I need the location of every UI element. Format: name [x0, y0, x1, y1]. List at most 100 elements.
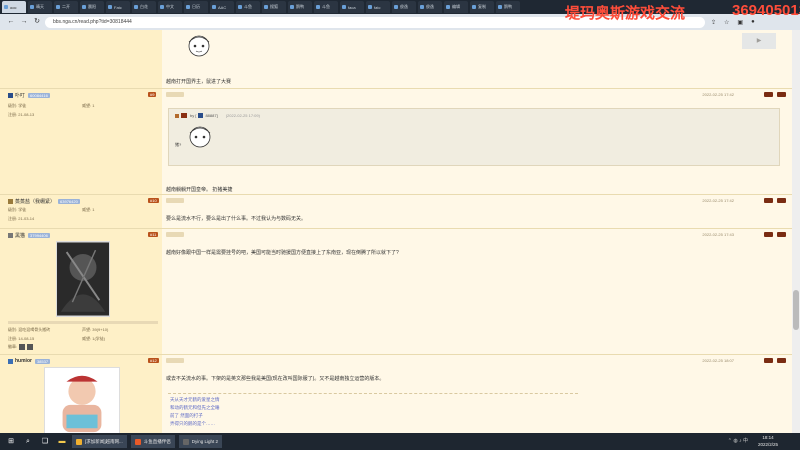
forum-thread: 越南打开国界主，鼠进了大赛 卟叮 60084416 #9 级别: 学徒 威望: 1…	[0, 30, 792, 433]
browser-tab[interactable]: faca	[340, 1, 364, 13]
browser-tab[interactable]: 搜狐	[262, 1, 286, 13]
post-toolbar[interactable]	[166, 198, 184, 203]
task-view-icon[interactable]: ❑	[39, 436, 51, 448]
floor-number[interactable]: #11	[148, 232, 159, 237]
browser-tab[interactable]: AAC	[210, 1, 234, 13]
post-toolbar[interactable]	[166, 358, 184, 363]
stream-overlay-number: 3694050139	[732, 2, 800, 19]
floor-number[interactable]: #10	[148, 198, 159, 203]
browser-tab[interactable]: 编辑	[444, 1, 468, 13]
windows-start-icon[interactable]: ⊞	[5, 436, 17, 448]
post-author[interactable]: 卟叮 60084416	[8, 92, 50, 99]
browser-tab[interactable]: 鹅鸭	[288, 1, 312, 13]
taskbar-app-douyu[interactable]: 斗鱼直播伴侣	[130, 435, 175, 448]
floor-number[interactable]: #12	[148, 358, 159, 363]
browser-tab[interactable]: 俊逸	[418, 1, 442, 13]
forward-icon[interactable]: →	[19, 17, 29, 27]
avatar	[8, 93, 13, 98]
post-action-buttons[interactable]	[760, 232, 786, 237]
system-tray[interactable]: ⌃ ◍ ♪ 中	[728, 437, 748, 444]
post-author[interactable]: humior 38537	[8, 358, 51, 364]
tab-favicon-icon	[394, 5, 398, 9]
tab-favicon-icon	[316, 5, 320, 9]
reply-button[interactable]	[764, 92, 773, 97]
user-badges: 徽章:	[8, 344, 34, 350]
post-text: 越南打开国界主，鼠进了大赛	[166, 79, 232, 85]
quote-avatar	[198, 113, 204, 118]
profile-icon[interactable]: ●	[751, 19, 755, 26]
reply-button[interactable]	[764, 232, 773, 237]
tab-favicon-icon	[420, 5, 424, 9]
tab-label: fatc	[374, 4, 381, 10]
browser-tab[interactable]: 中文	[158, 1, 182, 13]
sticker-image	[188, 35, 210, 57]
share-icon[interactable]: ⇪	[711, 19, 716, 26]
search-icon[interactable]: ⌕	[22, 436, 34, 448]
reply-icon	[181, 113, 187, 118]
post-time: 2022-02-25 18:07	[702, 358, 734, 363]
browser-tab[interactable]: 晴天	[28, 1, 52, 13]
post-author[interactable]: 蒸蒸盐（我绷紧） 63976420	[8, 198, 80, 205]
user-fame: 威望: 1	[82, 207, 95, 212]
more-button[interactable]	[777, 198, 786, 203]
tab-favicon-icon	[4, 5, 8, 9]
floor-number[interactable]: #9	[148, 92, 157, 97]
taskbar-app-game[interactable]: Dying Light 2	[178, 435, 223, 448]
post-action-buttons[interactable]	[760, 358, 786, 363]
post-time: 2022-02-25 17:43	[702, 232, 734, 237]
tab-favicon-icon	[212, 5, 216, 9]
back-icon[interactable]: ←	[6, 17, 16, 27]
quote-sticker-image	[189, 126, 211, 148]
browser-tab[interactable]: 俊逸	[392, 1, 416, 13]
reply-button[interactable]	[764, 358, 773, 363]
user-fame: 声望: 39(9+10)	[82, 327, 109, 332]
more-button[interactable]	[777, 92, 786, 97]
scrollbar-thumb[interactable]	[793, 290, 799, 330]
browser-tab[interactable]: 斗鱼	[314, 1, 338, 13]
quote-icon	[175, 113, 179, 118]
tab-label: ooc	[10, 4, 17, 10]
more-button[interactable]	[777, 232, 786, 237]
clock[interactable]: 18:14 2022/2/25	[758, 434, 778, 448]
badge-icon	[19, 344, 26, 350]
browser-tab[interactable]: 晨阳	[80, 1, 104, 13]
post-text: 越南好像跟中国一样是需要挂号的吧，美国可能当时驰援国方便直接上了东南亚，现在倒腾…	[166, 250, 399, 256]
tab-favicon-icon	[368, 5, 372, 9]
browser-tab[interactable]: 鹅鸭	[496, 1, 520, 13]
tab-favicon-icon	[472, 5, 476, 9]
reload-icon[interactable]: ↻	[32, 17, 42, 27]
post-toolbar[interactable]	[166, 232, 184, 237]
tab-favicon-icon	[498, 5, 502, 9]
browser-tab[interactable]: 白花	[132, 1, 156, 13]
post-action-buttons[interactable]	[760, 198, 786, 203]
browser-tab[interactable]: 复制	[470, 1, 494, 13]
post-action-buttons[interactable]	[760, 92, 786, 97]
extensions-icon[interactable]: ▣	[737, 19, 743, 26]
browser-tab[interactable]: 二开	[54, 1, 78, 13]
post-9: 卟叮 60084416 #9 级别: 学徒 威望: 1 注册: 21-08-13 …	[0, 88, 792, 194]
browser-tab[interactable]: 斗鱼	[236, 1, 260, 13]
browser-tab[interactable]: fatc	[366, 1, 390, 13]
tab-label: 鹅鸭	[504, 4, 512, 9]
browser-tab[interactable]: Fatc	[106, 1, 130, 13]
taskbar-app-browser[interactable]: [求加新闻]越南网...	[72, 435, 127, 448]
tab-favicon-icon	[186, 5, 190, 9]
reply-button[interactable]	[764, 198, 773, 203]
tab-label: AAC	[218, 4, 227, 10]
post-continuation: 越南打开国界主，鼠进了大赛	[0, 30, 792, 88]
user-id-badge: 63976420	[58, 199, 80, 204]
post-toolbar[interactable]	[166, 92, 184, 97]
browser-tab[interactable]: 日历	[184, 1, 208, 13]
quote-user[interactable]: 88887]	[205, 113, 217, 118]
quote-block: by [ 88887] (2022-02-25 17:09) 猪?	[168, 108, 780, 166]
tab-favicon-icon	[290, 5, 294, 9]
star-icon[interactable]: ☆	[724, 19, 729, 26]
page-scrollbar[interactable]	[792, 30, 800, 433]
post-author[interactable]: 黑猫 37994406	[8, 232, 50, 239]
avatar	[8, 358, 13, 364]
avatar	[8, 233, 13, 238]
more-button[interactable]	[777, 358, 786, 363]
browser-tab[interactable]: ooc	[2, 1, 26, 13]
file-explorer-icon[interactable]: ▬	[56, 436, 68, 448]
tab-label: faca	[348, 4, 356, 10]
